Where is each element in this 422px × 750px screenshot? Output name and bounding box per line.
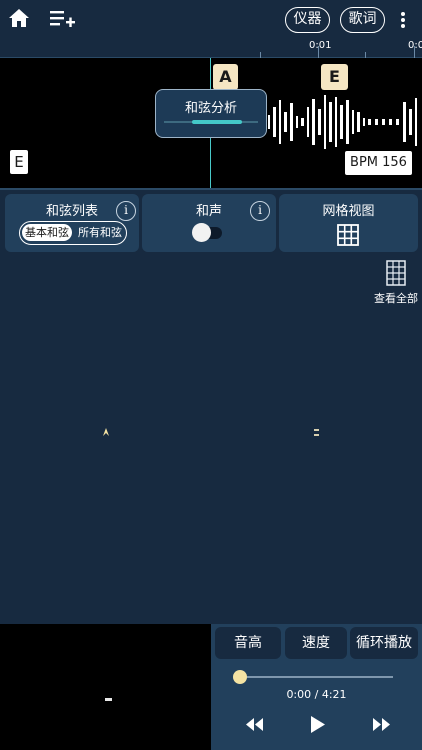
waveform-bar xyxy=(346,100,349,144)
time-display: 0:00 / 4:21 xyxy=(286,688,347,701)
waveform-bar xyxy=(375,119,378,125)
preview-mark xyxy=(105,698,112,701)
rewind-icon[interactable] xyxy=(246,718,263,731)
waveform-bar xyxy=(414,98,418,146)
ruler-label: 0:01 xyxy=(309,40,332,51)
info-icon[interactable]: i xyxy=(116,201,136,221)
chord-marker-a[interactable]: A xyxy=(213,64,238,90)
waveform-bar xyxy=(389,119,392,125)
waveform-bar xyxy=(382,119,385,125)
grid-view-panel[interactable]: 网格视图 xyxy=(279,194,418,252)
grid-icon xyxy=(386,260,406,286)
progress-knob[interactable] xyxy=(233,670,247,684)
chord-marker-e[interactable]: E xyxy=(321,64,348,90)
waveform-bar xyxy=(362,118,366,126)
waveform-bar xyxy=(351,110,355,134)
key-indicator: E xyxy=(10,150,28,174)
waveform-bar xyxy=(340,105,343,139)
waveform-bar xyxy=(295,116,299,128)
sparkle-icon xyxy=(103,428,109,436)
playlist-add-icon[interactable] xyxy=(50,10,75,28)
waveform-bar xyxy=(312,99,315,145)
lyrics-button[interactable]: 歌词 xyxy=(340,7,385,33)
progress-bar[interactable] xyxy=(240,676,393,678)
instruments-button[interactable]: 仪器 xyxy=(285,7,330,33)
chord-analysis-label: 和弦分析 xyxy=(184,101,237,116)
view-all-label: 查看全部 xyxy=(374,292,418,305)
waveform-bar xyxy=(368,119,371,125)
chord-list-panel: 和弦列表 i 基本和弦 所有和弦 xyxy=(5,194,139,252)
waveform-bar xyxy=(301,118,304,126)
chord-type-toggle[interactable]: 基本和弦 所有和弦 xyxy=(19,221,127,245)
speed-button[interactable]: 速度 xyxy=(285,627,347,659)
waveform-bar xyxy=(290,103,293,141)
chord-analysis-progress xyxy=(192,120,242,124)
harmony-panel: 和声 i xyxy=(142,194,276,252)
sparkle-icon xyxy=(314,429,319,436)
more-vertical-icon[interactable] xyxy=(400,11,406,29)
bpm-indicator: BPM 156 xyxy=(345,151,412,175)
waveform-bar xyxy=(329,102,332,142)
waveform-bar xyxy=(278,100,282,144)
basic-chords-option[interactable]: 基本和弦 xyxy=(22,224,72,241)
info-icon[interactable]: i xyxy=(250,201,270,221)
options-panels: 和弦列表 i 基本和弦 所有和弦 和声 i 网格视图 xyxy=(0,188,422,252)
grid-icon xyxy=(337,224,359,246)
waveform-bar xyxy=(396,119,399,125)
waveform-bar xyxy=(403,102,406,142)
waveform-bar xyxy=(273,107,276,137)
waveform-bar xyxy=(306,107,310,137)
view-all-button[interactable]: 查看全部 xyxy=(370,260,422,308)
waveform-bar xyxy=(323,95,327,149)
waveform-bar xyxy=(318,109,321,135)
waveform-bar xyxy=(357,112,360,132)
chord-grid-area xyxy=(0,252,422,624)
chord-analysis-popup[interactable]: 和弦分析 xyxy=(155,89,267,138)
all-chords-option[interactable]: 所有和弦 xyxy=(74,222,126,244)
fast-forward-icon[interactable] xyxy=(373,718,390,731)
waveform-bar xyxy=(409,109,412,135)
waveform-bar xyxy=(284,112,287,132)
waveform-bar xyxy=(267,115,271,129)
pitch-button[interactable]: 音高 xyxy=(215,627,281,659)
waveform-bar xyxy=(334,97,338,147)
home-icon[interactable] xyxy=(9,9,29,27)
grid-view-title: 网格视图 xyxy=(322,204,375,219)
video-preview xyxy=(0,624,211,750)
harmony-toggle-knob[interactable] xyxy=(192,223,211,242)
ruler-label: 0:0 xyxy=(408,40,422,51)
top-bar: 仪器 歌词 0:01 0:0 xyxy=(0,0,422,58)
loop-button[interactable]: 循环播放 xyxy=(350,627,418,659)
play-icon[interactable] xyxy=(311,716,325,733)
